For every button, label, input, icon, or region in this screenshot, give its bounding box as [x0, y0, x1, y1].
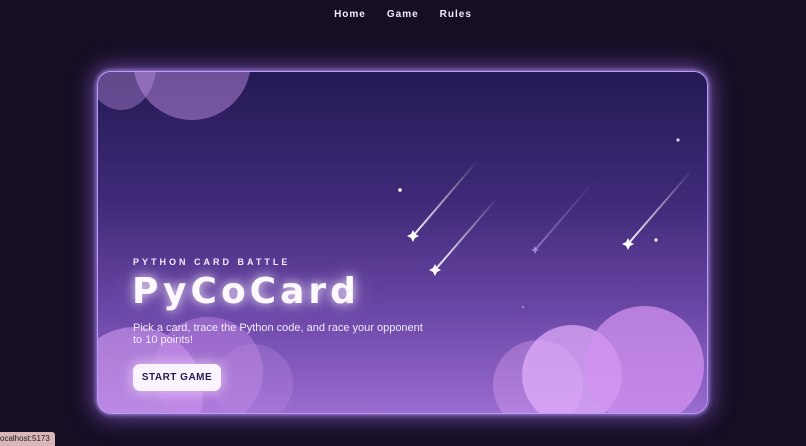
shooting-stars-decor — [398, 138, 693, 308]
hero-eyebrow: PYTHON CARD BATTLE — [133, 257, 291, 267]
hero-subtitle: Pick a card, trace the Python code, and … — [133, 322, 423, 346]
hero-card: PYTHON CARD BATTLE PyCoCard Pick a card,… — [97, 71, 708, 414]
shooting-star-icon — [622, 169, 693, 250]
shooting-star-icon — [407, 159, 479, 242]
shooting-star-icon — [429, 196, 499, 276]
hero-title: PyCoCard — [132, 271, 360, 312]
nav-link-rules[interactable]: Rules — [440, 9, 472, 20]
sparkle-icon — [398, 138, 680, 308]
page: Home Game Rules PYTHON CARD BATTLE PyCoC… — [0, 0, 806, 446]
status-bar-url: ocalhost:5173 — [0, 432, 55, 446]
start-game-button[interactable]: START GAME — [133, 364, 221, 391]
top-nav: Home Game Rules — [0, 9, 806, 20]
nav-link-home[interactable]: Home — [334, 9, 366, 20]
nav-link-game[interactable]: Game — [387, 9, 419, 20]
shooting-star-icon — [531, 179, 596, 254]
